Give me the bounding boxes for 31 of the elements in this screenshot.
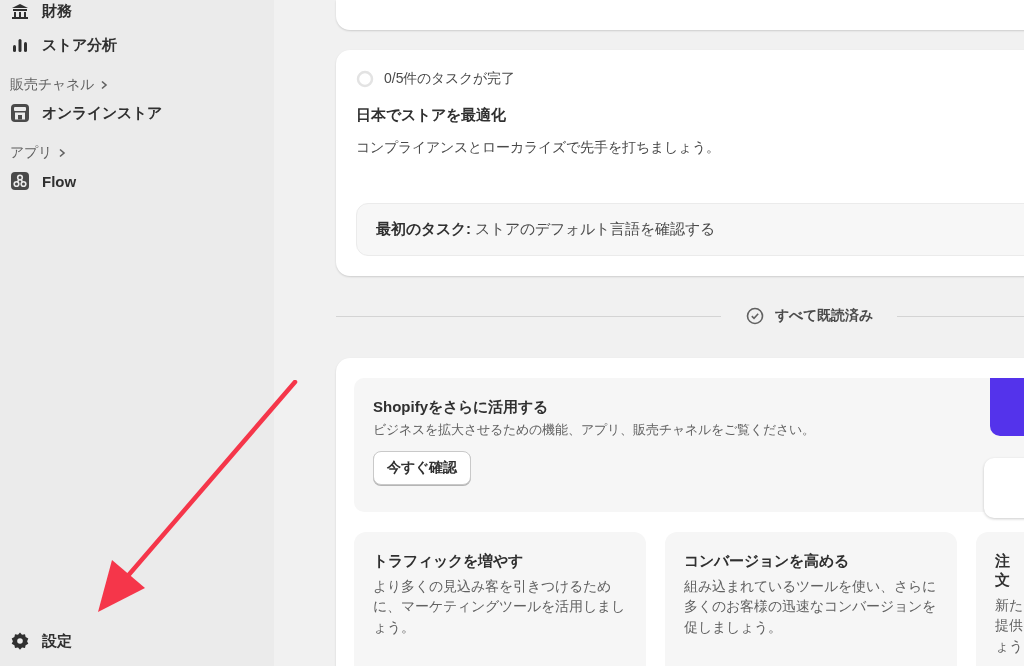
section-heading[interactable]: 販売チャネル (10, 76, 94, 94)
settings-item[interactable]: 設定 (10, 624, 264, 658)
check-circle-icon (745, 306, 765, 326)
promo-title: Shopifyをさらに活用する (373, 398, 549, 417)
tile-title: トラフィックを増やす (373, 552, 524, 571)
chevron-right-icon (100, 80, 108, 90)
all-read-label: すべて既読済み (775, 307, 873, 325)
feature-tile[interactable]: コンバージョンを高める 組み込まれているツールを使い、さらに多くのお客様の迅速なコンバージョンを促しましょう。 (665, 532, 957, 666)
bank-icon (10, 1, 30, 21)
feature-tile[interactable]: トラフィックを増やす より多くの見込み客を引きつけるために、マーケティングツールを活用しましょう。 (354, 532, 646, 666)
sidebar-item[interactable]: Flow (10, 164, 264, 198)
tile-description: より多くの見込み客を引きつけるために、マーケティングツールを活用しましょう。 (373, 578, 626, 637)
sidebar-item[interactable]: ストア分析 (10, 28, 264, 62)
explore-button[interactable]: 今すぐ確認 (373, 451, 471, 485)
first-task[interactable]: 最初のタスク: ストアのデフォルト言語を確認する (356, 203, 1024, 256)
store-icon (10, 103, 30, 123)
card-description: コンプライアンスとローカライズで先手を打ちましょう。 (356, 139, 721, 157)
section-heading[interactable]: アプリ (10, 144, 52, 162)
chevron-right-icon (58, 148, 66, 158)
tile-title: コンバージョンを高める (684, 552, 850, 571)
tile-description: 新た提供ょう (995, 597, 1024, 656)
promo-description: ビジネスを拡大させるための機能、アプリ、販売チャネルをご覧ください。 (373, 421, 816, 439)
settings-icon (10, 631, 30, 651)
sidebar-item[interactable]: 財務 (10, 0, 264, 28)
tile-description: 組み込まれているツールを使い、さらに多くのお客様の迅速なコンバージョンを促しましょう。 (684, 578, 937, 637)
feature-tile[interactable]: 注文 新た提供ょう (976, 532, 1024, 666)
sidebar-item[interactable]: オンラインストア (10, 96, 264, 130)
progress-text: 0/5件のタスクが完了 (384, 70, 516, 88)
flow-icon (10, 171, 30, 191)
tile-title: 注文 (995, 552, 1011, 590)
card-title: 日本でストアを最適化 (356, 106, 507, 125)
